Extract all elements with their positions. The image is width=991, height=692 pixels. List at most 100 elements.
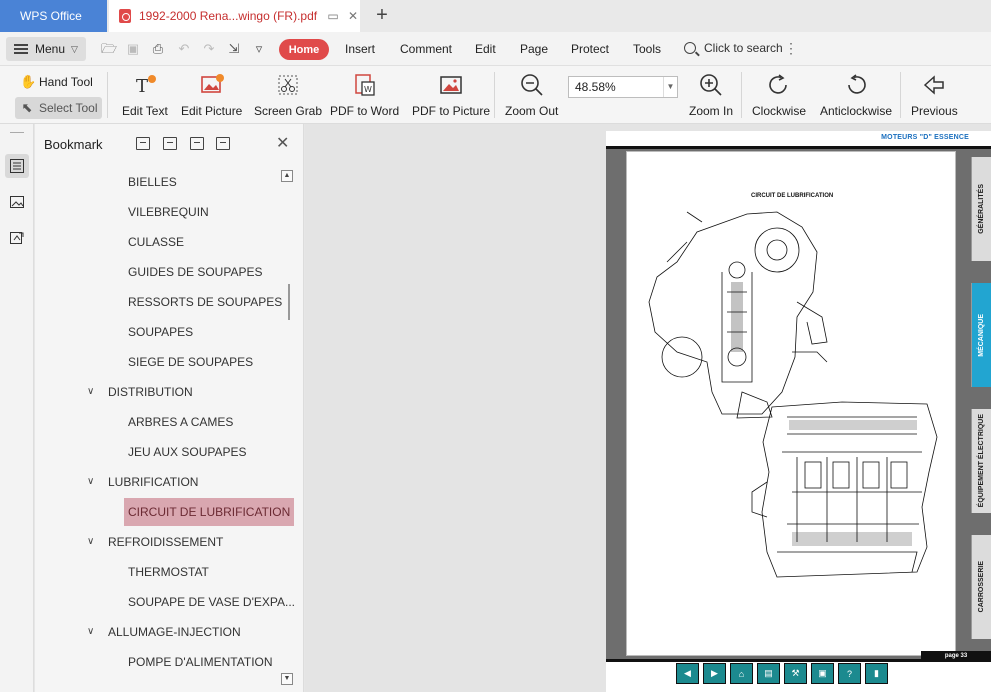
nav-help-icon[interactable]: ?	[838, 663, 861, 684]
save-icon[interactable]: ▣	[125, 41, 141, 57]
bookmark-item-refroidissement[interactable]: ∨ REFROIDISSEMENT	[87, 532, 223, 552]
nav-exit-icon[interactable]: ▮	[865, 663, 888, 684]
monitor-icon[interactable]: ▭	[326, 9, 340, 23]
bookmark-item-culasse[interactable]: CULASSE	[128, 232, 184, 252]
zoom-out-label: Zoom Out	[505, 104, 559, 118]
bookmark-item-siege-de-soupapes[interactable]: SIEGE DE SOUPAPES	[128, 352, 253, 372]
page-navigation: ◀ ▶ ⌂ ▤ ⚒ ▣ ? ▮	[676, 663, 916, 685]
bookmark-options-icon[interactable]	[216, 137, 230, 150]
side-tab-label: ÉQUIPEMENT ÉLECTRIQUE	[978, 414, 985, 508]
pdf-to-picture-button[interactable]: PDF to Picture	[412, 70, 490, 118]
collapse-all-icon[interactable]	[163, 137, 177, 150]
attachment-panel-button[interactable]	[5, 226, 29, 250]
open-folder-icon[interactable]: 🗁	[101, 41, 117, 57]
print-icon[interactable]: ⎙	[150, 41, 166, 57]
clockwise-button[interactable]: Clockwise	[752, 70, 806, 118]
toolbar-divider	[494, 72, 495, 118]
pdf-to-picture-label: PDF to Picture	[412, 104, 491, 118]
toolbar-divider	[107, 72, 108, 118]
bookmark-item-allumage-injection[interactable]: ∨ ALLUMAGE-INJECTION	[87, 622, 241, 642]
tab-home[interactable]: Home	[279, 39, 329, 60]
document-tab[interactable]: 1992-2000 Rena...wingo (FR).pdf ▭ ✕	[109, 0, 360, 32]
tab-comment[interactable]: Comment	[400, 42, 452, 56]
nav-book-icon[interactable]: ▤	[757, 663, 780, 684]
document-viewport[interactable]: MOTEURS "D" ESSENCE CIRCUIT DE LUBRIFICA…	[305, 124, 991, 692]
side-tab-carrosserie[interactable]: CARROSSERIE	[971, 535, 991, 639]
tab-tools[interactable]: Tools	[633, 42, 661, 56]
nav-home-icon[interactable]: ⌂	[730, 663, 753, 684]
nav-save-icon[interactable]: ▣	[811, 663, 834, 684]
bookmark-item-bielles[interactable]: BIELLES	[128, 172, 177, 192]
bookmark-panel-button[interactable]	[5, 154, 29, 178]
pdf-page: MOTEURS "D" ESSENCE CIRCUIT DE LUBRIFICA…	[606, 131, 991, 692]
app-tab[interactable]: WPS Office	[0, 0, 107, 32]
bookmark-item-thermostat[interactable]: THERMOSTAT	[128, 562, 209, 582]
bookmark-item-distribution[interactable]: ∨ DISTRIBUTION	[87, 382, 193, 402]
chevron-down-icon: ▼	[663, 77, 677, 97]
bookmark-item-soupape-de-vase[interactable]: SOUPAPE DE VASE D'EXPA...	[128, 592, 295, 612]
close-icon[interactable]: ✕	[276, 133, 289, 153]
bookmark-item-arbres-a-cames[interactable]: ARBRES A CAMES	[128, 412, 233, 432]
pdf-icon	[119, 9, 131, 23]
side-tab-mecanique[interactable]: MÉCANIQUE	[971, 283, 991, 387]
pdf-to-word-label: PDF to Word	[330, 104, 400, 118]
chevron-down-icon: ▽	[71, 43, 78, 54]
tab-protect[interactable]: Protect	[571, 42, 609, 56]
expand-all-icon[interactable]	[136, 137, 150, 150]
nav-next-icon[interactable]: ▶	[703, 663, 726, 684]
tab-page[interactable]: Page	[520, 42, 548, 56]
zoom-in-button[interactable]: Zoom In	[689, 70, 733, 118]
tab-edit[interactable]: Edit	[475, 42, 496, 56]
more-dropdown-icon[interactable]: ▿	[251, 41, 267, 57]
anticlockwise-button[interactable]: Anticlockwise	[820, 70, 892, 118]
pdf-to-word-button[interactable]: W PDF to Word	[330, 70, 399, 118]
bookmark-scrollbar[interactable]: ▲ ▼	[280, 168, 294, 688]
bookmark-item-jeu-aux-soupapes[interactable]: JEU AUX SOUPAPES	[128, 442, 246, 462]
edit-text-button[interactable]: T Edit Text	[122, 70, 168, 118]
undo-icon[interactable]: ↶	[176, 41, 192, 57]
redo-icon[interactable]: ↷	[201, 41, 217, 57]
bookmark-item-ressorts-de-soupapes[interactable]: RESSORTS DE SOUPAPES	[128, 292, 282, 312]
left-rail	[0, 124, 34, 692]
zoom-level-select[interactable]: 48.58% ▼	[568, 76, 678, 98]
select-tool-label: Select Tool	[39, 101, 98, 115]
tab-insert[interactable]: Insert	[345, 42, 375, 56]
previous-button[interactable]: Previous	[911, 70, 958, 118]
scroll-up-icon[interactable]: ▲	[281, 170, 293, 182]
chevron-down-icon[interactable]: ∨	[87, 622, 94, 642]
bookmark-item-soupapes[interactable]: SOUPAPES	[128, 322, 193, 342]
bookmark-panel: Bookmark ✕ BIELLES VILEBREQUIN CULASSE G…	[35, 124, 304, 692]
chevron-down-icon[interactable]: ∨	[87, 532, 94, 552]
bookmark-item-pompe-d-alimentation[interactable]: POMPE D'ALIMENTATION	[128, 652, 273, 672]
thumbnail-panel-button[interactable]	[5, 190, 29, 214]
bookmark-item-lubrification[interactable]: ∨ LUBRIFICATION	[87, 472, 198, 492]
menu-bar: Menu ▽ 🗁 ▣ ⎙ ↶ ↷ ⇲ ▿ Home Insert Comment…	[0, 32, 991, 66]
chevron-down-icon[interactable]: ∨	[87, 472, 94, 492]
zoom-in-label: Zoom In	[689, 104, 734, 118]
menu-button[interactable]: Menu ▽	[6, 37, 86, 61]
bookmark-item-circuit-de-lubrification[interactable]: CIRCUIT DE LUBRIFICATION	[124, 498, 295, 526]
nav-previous-icon[interactable]: ◀	[676, 663, 699, 684]
new-tab-icon[interactable]: +	[372, 5, 392, 25]
bookmark-item-vilebrequin[interactable]: VILEBREQUIN	[128, 202, 209, 222]
close-tab-icon[interactable]: ✕	[346, 9, 360, 23]
search-box[interactable]: Click to search	[684, 41, 783, 55]
scroll-down-icon[interactable]: ▼	[281, 673, 293, 685]
side-tab-label: CARROSSERIE	[978, 561, 985, 613]
screen-grab-button[interactable]: Screen Grab	[254, 70, 322, 118]
export-icon[interactable]: ⇲	[226, 41, 242, 57]
add-bookmark-icon[interactable]	[190, 137, 204, 150]
side-tab-equipement-electrique[interactable]: ÉQUIPEMENT ÉLECTRIQUE	[971, 409, 991, 513]
select-tool-button[interactable]: ⬉ Select Tool	[15, 97, 103, 119]
edit-picture-button[interactable]: Edit Picture	[181, 70, 242, 118]
bookmark-item-label: DISTRIBUTION	[108, 385, 193, 399]
zoom-out-button[interactable]: Zoom Out	[505, 70, 558, 118]
nav-wrench-icon[interactable]: ⚒	[784, 663, 807, 684]
bookmark-item-guides-de-soupapes[interactable]: GUIDES DE SOUPAPES	[128, 262, 262, 282]
hand-tool-button[interactable]: ✋ Hand Tool	[15, 71, 98, 93]
chevron-down-icon[interactable]: ∨	[87, 382, 94, 402]
side-tab-generalites[interactable]: GÉNÉRALITÉS	[971, 157, 991, 261]
engine-diagram	[648, 211, 938, 578]
scrollbar-thumb[interactable]	[283, 284, 290, 320]
more-options-icon[interactable]: ⋮	[784, 40, 798, 57]
